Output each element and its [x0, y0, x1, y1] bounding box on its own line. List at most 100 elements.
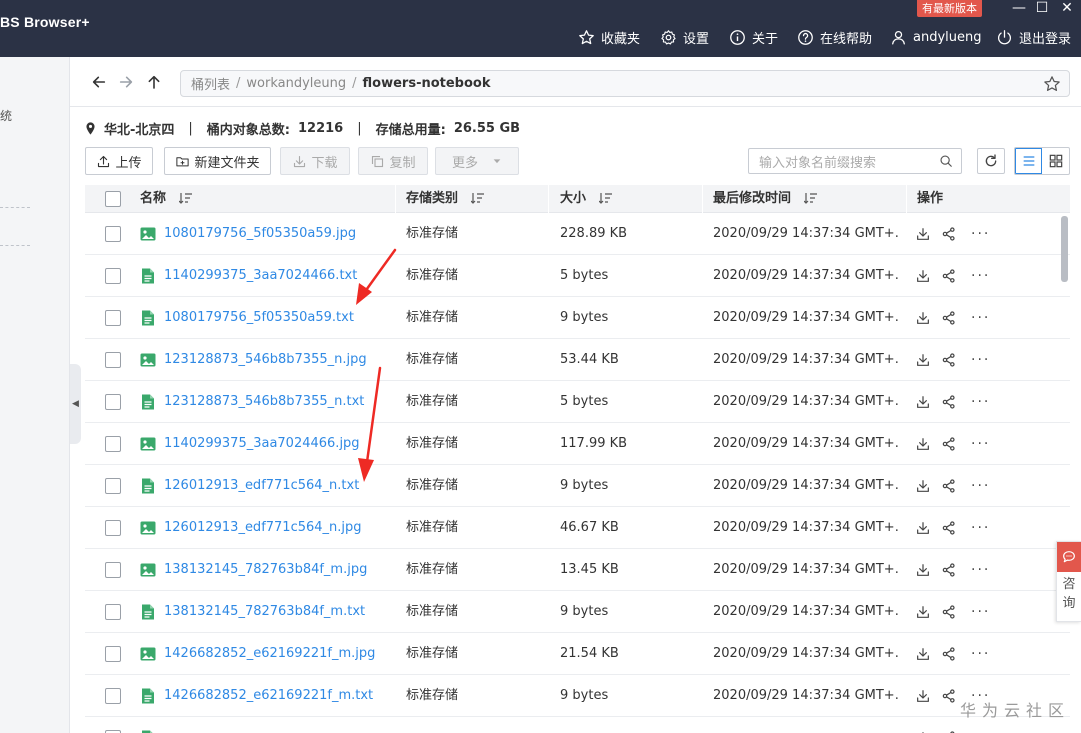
sort-icon[interactable] — [803, 193, 817, 204]
share-icon[interactable] — [941, 436, 957, 452]
table-row[interactable]: 1426682852_e62169221f_m.jpg 标准存储 21.54 KB 2… — [85, 633, 1070, 675]
row-checkbox[interactable] — [105, 394, 121, 410]
sidebar-collapse-handle[interactable]: ◀ — [70, 364, 81, 444]
more-actions-icon[interactable]: ··· — [971, 520, 990, 536]
search-input[interactable]: 输入对象名前缀搜索 — [748, 148, 962, 174]
share-icon[interactable] — [941, 310, 957, 326]
table-row[interactable]: ··· — [85, 717, 1070, 733]
minimize-button[interactable]: — — [1010, 0, 1028, 17]
more-actions-icon[interactable]: ··· — [971, 478, 990, 494]
file-name-link[interactable]: 123128873_546b8b7355_n.jpg — [164, 339, 389, 381]
share-icon[interactable] — [941, 646, 957, 662]
new-version-badge[interactable]: 有最新版本 — [917, 0, 982, 17]
breadcrumb-root[interactable]: 桶列表 — [191, 74, 230, 93]
row-checkbox[interactable] — [105, 478, 121, 494]
more-actions-icon[interactable]: ··· — [971, 268, 990, 284]
more-actions-icon[interactable]: ··· — [971, 310, 990, 326]
column-size[interactable]: 大小 — [560, 185, 612, 213]
table-row[interactable]: 1426682852_e62169221f_m.txt 标准存储 9 bytes 20… — [85, 675, 1070, 717]
back-button[interactable] — [90, 73, 108, 91]
nav-settings[interactable]: 设置 — [660, 26, 709, 48]
nav-user[interactable]: andylueng — [890, 26, 982, 48]
copy-button[interactable]: 复制 — [358, 147, 428, 175]
sort-icon[interactable] — [178, 193, 192, 204]
download-icon[interactable] — [915, 352, 931, 368]
file-name-link[interactable]: 1426682852_e62169221f_m.txt — [164, 675, 389, 717]
file-name-link[interactable]: 138132145_782763b84f_m.jpg — [164, 549, 389, 591]
column-storage-class[interactable]: 存储类别 — [406, 185, 484, 213]
breadcrumb[interactable]: 桶列表 / workandyleung / flowers-notebook — [180, 70, 1070, 97]
more-actions-icon[interactable]: ··· — [971, 562, 990, 578]
nav-help[interactable]: 在线帮助 — [797, 26, 872, 48]
download-icon[interactable] — [915, 604, 931, 620]
row-checkbox[interactable] — [105, 604, 121, 620]
table-row[interactable]: 138132145_782763b84f_m.txt 标准存储 9 bytes 202… — [85, 591, 1070, 633]
share-icon[interactable] — [941, 268, 957, 284]
nav-favorites[interactable]: 收藏夹 — [578, 26, 640, 48]
share-icon[interactable] — [941, 226, 957, 242]
row-checkbox[interactable] — [105, 520, 121, 536]
search-icon[interactable] — [939, 154, 953, 168]
column-name[interactable]: 名称 — [140, 185, 192, 213]
download-icon[interactable] — [915, 226, 931, 242]
row-checkbox[interactable] — [105, 268, 121, 284]
nav-logout[interactable]: 退出登录 — [996, 26, 1071, 48]
column-modified[interactable]: 最后修改时间 — [713, 185, 817, 213]
new-folder-button[interactable]: 新建文件夹 — [164, 147, 271, 175]
file-name-link[interactable]: 1080179756_5f05350a59.jpg — [164, 213, 389, 255]
row-checkbox[interactable] — [105, 562, 121, 578]
maximize-button[interactable]: ☐ — [1033, 0, 1051, 17]
download-icon[interactable] — [915, 688, 931, 704]
row-checkbox[interactable] — [105, 226, 121, 242]
file-name-link[interactable]: 1140299375_3aa7024466.txt — [164, 255, 389, 297]
more-actions-icon[interactable]: ··· — [971, 436, 990, 452]
table-row[interactable]: 1080179756_5f05350a59.txt 标准存储 9 bytes 2020… — [85, 297, 1070, 339]
row-checkbox[interactable] — [105, 310, 121, 326]
up-button[interactable] — [145, 73, 163, 91]
download-icon[interactable] — [915, 436, 931, 452]
table-row[interactable]: 1080179756_5f05350a59.jpg 标准存储 228.89 KB 20… — [85, 213, 1070, 255]
share-icon[interactable] — [941, 688, 957, 704]
row-checkbox[interactable] — [105, 436, 121, 452]
row-checkbox[interactable] — [105, 688, 121, 704]
close-button[interactable]: ✕ — [1058, 0, 1076, 17]
row-checkbox[interactable] — [105, 352, 121, 368]
table-row[interactable]: 138132145_782763b84f_m.jpg 标准存储 13.45 KB 20… — [85, 549, 1070, 591]
sidebar-item-fragment[interactable]: 统 — [0, 107, 12, 124]
file-name-link[interactable]: 123128873_546b8b7355_n.txt — [164, 381, 389, 423]
file-name-link[interactable]: 126012913_edf771c564_n.txt — [164, 465, 389, 507]
download-icon[interactable] — [915, 394, 931, 410]
more-actions-icon[interactable]: ··· — [971, 604, 990, 620]
download-icon[interactable] — [915, 562, 931, 578]
breadcrumb-bucket[interactable]: workandyleung — [246, 76, 346, 91]
more-actions-icon[interactable]: ··· — [971, 394, 990, 410]
sort-icon[interactable] — [598, 193, 612, 204]
download-icon[interactable] — [915, 520, 931, 536]
table-row[interactable]: 126012913_edf771c564_n.txt 标准存储 9 bytes 202… — [85, 465, 1070, 507]
file-name-link[interactable]: 1140299375_3aa7024466.jpg — [164, 423, 389, 465]
sort-icon[interactable] — [470, 193, 484, 204]
grid-view-button[interactable] — [1042, 148, 1069, 174]
nav-about[interactable]: 关于 — [729, 26, 778, 48]
file-name-link[interactable]: 138132145_782763b84f_m.txt — [164, 591, 389, 633]
file-name-link[interactable]: 1080179756_5f05350a59.txt — [164, 297, 389, 339]
more-button[interactable]: 更多 — [435, 147, 519, 175]
vertical-scrollbar[interactable] — [1061, 216, 1068, 282]
file-name-link[interactable]: 126012913_edf771c564_n.jpg — [164, 507, 389, 549]
select-all-checkbox[interactable] — [105, 191, 121, 207]
share-icon[interactable] — [941, 352, 957, 368]
refresh-button[interactable] — [977, 148, 1005, 174]
table-row[interactable]: 123128873_546b8b7355_n.txt 标准存储 5 bytes 202… — [85, 381, 1070, 423]
download-icon[interactable] — [915, 646, 931, 662]
download-button[interactable]: 下载 — [280, 147, 350, 175]
file-name-link[interactable] — [164, 717, 389, 733]
share-icon[interactable] — [941, 562, 957, 578]
row-checkbox[interactable] — [105, 646, 121, 662]
table-row[interactable]: 1140299375_3aa7024466.jpg 标准存储 117.99 KB 20… — [85, 423, 1070, 465]
table-row[interactable]: 1140299375_3aa7024466.txt 标准存储 5 bytes 2020… — [85, 255, 1070, 297]
share-icon[interactable] — [941, 604, 957, 620]
more-actions-icon[interactable]: ··· — [971, 226, 990, 242]
download-icon[interactable] — [915, 310, 931, 326]
table-row[interactable]: 126012913_edf771c564_n.jpg 标准存储 46.67 KB 20… — [85, 507, 1070, 549]
share-icon[interactable] — [941, 478, 957, 494]
